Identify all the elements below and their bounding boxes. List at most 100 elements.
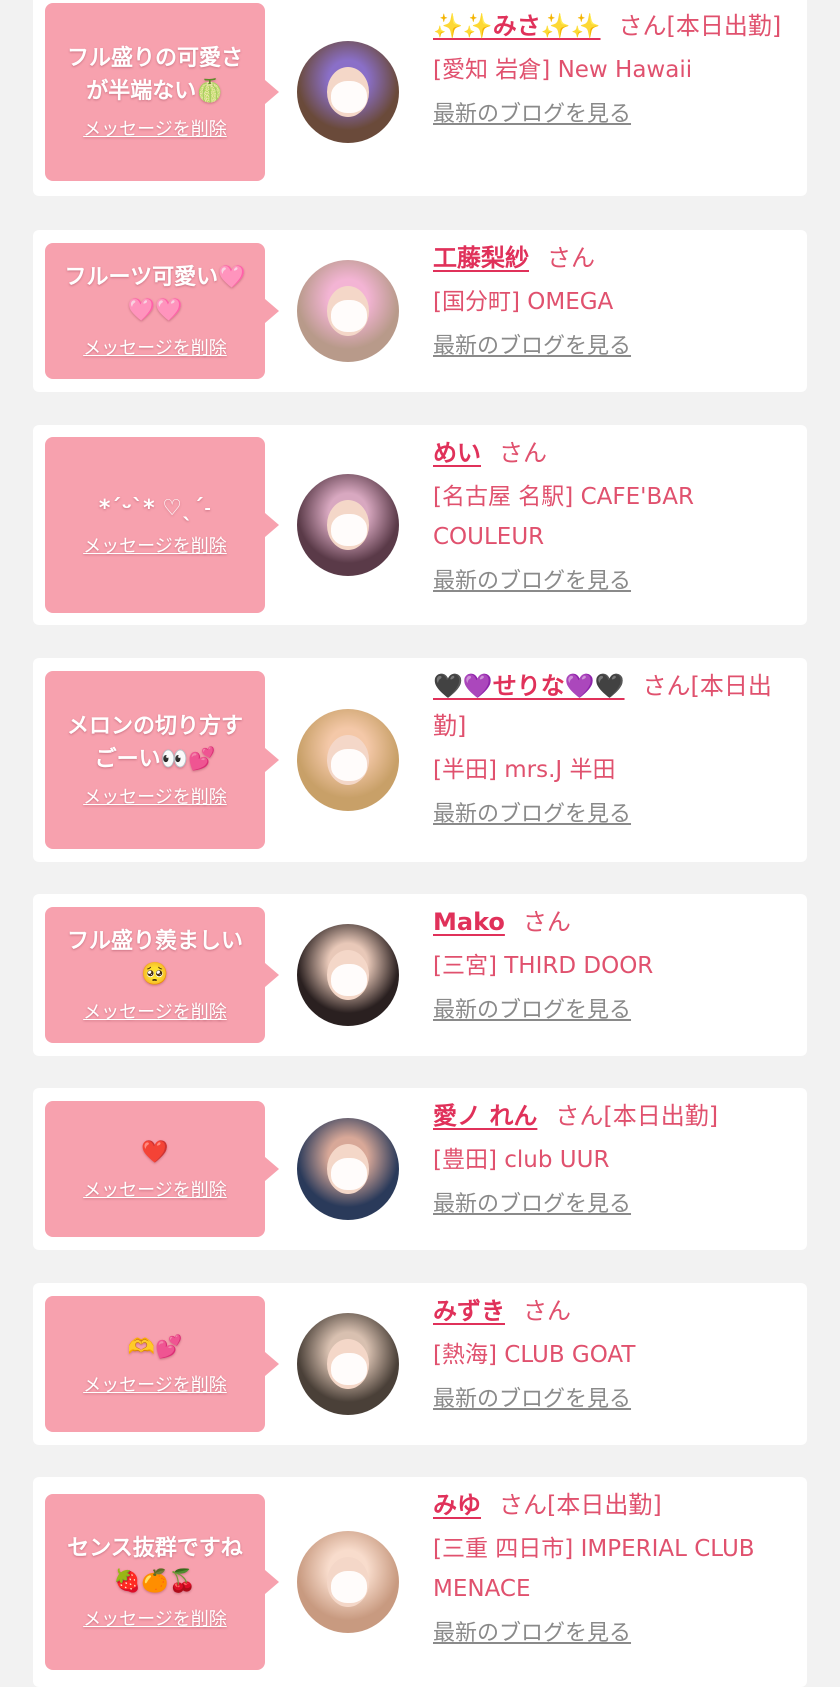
attendance-status: [本日出勤] xyxy=(547,1491,662,1519)
message-bubble: 🫶💕 メッセージを削除 xyxy=(45,1296,279,1432)
delete-message-link[interactable]: メッセージを削除 xyxy=(83,786,227,810)
cast-name-link[interactable]: めい xyxy=(433,439,481,467)
message-card: フル盛り羨ましい 🥺 メッセージを削除 Mako さん [三宮] THIRD DOOR 最… xyxy=(33,894,807,1056)
cast-info: みゆ さん[本日出勤] [三重 四日市] IMPERIAL CLUB MENACE 最… xyxy=(433,1485,783,1649)
avatar-sticker xyxy=(331,964,367,996)
latest-blog-link[interactable]: 最新のブログを見る xyxy=(433,100,631,130)
cast-info: 🖤💜せりな💜🖤 さん[本日出勤] [半田] mrs.J 半田 最新のブログを見る xyxy=(433,666,783,830)
shop-name: [三宮] THIRD DOOR xyxy=(433,953,654,979)
avatar-sticker xyxy=(331,1571,367,1603)
cast-info: めい さん [名古屋 名駅] CAFE'BAR COULEUR 最新のブログを見る xyxy=(433,433,783,597)
shop-name: [国分町] OMEGA xyxy=(433,289,614,315)
avatar[interactable] xyxy=(297,1118,399,1220)
honorific: さん xyxy=(642,672,691,700)
message-card: ❤️ メッセージを削除 愛ノ れん さん[本日出勤] [豊田] club UUR 最新のブ… xyxy=(33,1088,807,1250)
cast-name-line: 🖤💜せりな💜🖤 さん[本日出勤] xyxy=(433,666,783,746)
delete-message-link[interactable]: メッセージを削除 xyxy=(83,1001,227,1025)
cast-name-link[interactable]: みゆ xyxy=(433,1491,481,1519)
message-card: フル盛りの可愛さ が半端ない🍈 メッセージを削除 ✨✨みさ✨✨ さん[本日出勤] [愛知… xyxy=(33,0,807,196)
shop-name: [半田] mrs.J 半田 xyxy=(433,757,616,783)
cast-name-link[interactable]: ✨✨みさ✨✨ xyxy=(433,12,601,40)
cast-name-link[interactable]: Mako xyxy=(433,908,505,936)
cast-name-line: みずき さん xyxy=(433,1291,783,1331)
shop-name: [熱海] CLUB GOAT xyxy=(433,1342,636,1368)
shop-name: [愛知 岩倉] New Hawaii xyxy=(433,57,693,83)
cast-name-link[interactable]: 工藤梨紗 xyxy=(433,244,529,272)
latest-blog-link[interactable]: 最新のブログを見る xyxy=(433,1385,631,1415)
avatar[interactable] xyxy=(297,709,399,811)
latest-blog-link[interactable]: 最新のブログを見る xyxy=(433,1619,631,1649)
avatar-sticker xyxy=(331,1353,367,1385)
delete-message-link[interactable]: メッセージを削除 xyxy=(83,535,227,559)
cast-info: 愛ノ れん さん[本日出勤] [豊田] club UUR 最新のブログを見る xyxy=(433,1096,783,1220)
cast-name-line: ✨✨みさ✨✨ さん[本日出勤] xyxy=(433,6,783,46)
message-text: フル盛り羨ましい 🥺 xyxy=(66,929,243,987)
avatar[interactable] xyxy=(297,1313,399,1415)
latest-blog-link[interactable]: 最新のブログを見る xyxy=(433,332,631,362)
cast-name-line: めい さん xyxy=(433,433,783,473)
cast-info: みずき さん [熱海] CLUB GOAT 最新のブログを見る xyxy=(433,1291,783,1415)
favorite-message-list: フル盛りの可愛さ が半端ない🍈 メッセージを削除 ✨✨みさ✨✨ さん[本日出勤] [愛知… xyxy=(0,0,840,1687)
cast-name-line: みゆ さん[本日出勤] xyxy=(433,1485,783,1525)
delete-message-link[interactable]: メッセージを削除 xyxy=(83,337,227,361)
cast-name-link[interactable]: 🖤💜せりな💜🖤 xyxy=(433,672,625,700)
avatar[interactable] xyxy=(297,260,399,362)
avatar-sticker xyxy=(331,1158,367,1190)
message-card: メロンの切り方す ごーい👀💕 メッセージを削除 🖤💜せりな💜🖤 さん[本日出勤] [半田… xyxy=(33,658,807,862)
message-text: ❤️ xyxy=(141,1139,169,1165)
avatar[interactable] xyxy=(297,41,399,143)
message-bubble: メロンの切り方す ごーい👀💕 メッセージを削除 xyxy=(45,671,279,849)
avatar-sticker xyxy=(331,81,367,113)
delete-message-link[interactable]: メッセージを削除 xyxy=(83,1179,227,1203)
avatar[interactable] xyxy=(297,924,399,1026)
avatar[interactable] xyxy=(297,474,399,576)
message-text: フル盛りの可愛さ が半端ない🍈 xyxy=(66,46,243,104)
message-text: メロンの切り方す ごーい👀💕 xyxy=(66,714,243,772)
message-bubble: フル盛りの可愛さ が半端ない🍈 メッセージを削除 xyxy=(45,3,279,181)
message-text: 🫶💕 xyxy=(127,1334,183,1360)
message-card: *ˊᵕˋ* ♡ˎˊ˗ メッセージを削除 めい さん [名古屋 名駅] CAFE'BAR … xyxy=(33,425,807,625)
delete-message-link[interactable]: メッセージを削除 xyxy=(83,118,227,142)
cast-name-link[interactable]: みずき xyxy=(433,1297,505,1325)
cast-info: Mako さん [三宮] THIRD DOOR 最新のブログを見る xyxy=(433,902,783,1026)
message-text: *ˊᵕˋ* ♡ˎˊ˗ xyxy=(98,495,212,521)
message-card: センス抜群ですね 🍓🍊🍒 メッセージを削除 みゆ さん[本日出勤] [三重 四日市] I… xyxy=(33,1477,807,1687)
message-bubble: フルーツ可愛い🩷 🩷🩷 メッセージを削除 xyxy=(45,243,279,379)
message-bubble: ❤️ メッセージを削除 xyxy=(45,1101,279,1237)
cast-info: 工藤梨紗 さん [国分町] OMEGA 最新のブログを見る xyxy=(433,238,783,362)
latest-blog-link[interactable]: 最新のブログを見る xyxy=(433,996,631,1026)
attendance-status: [本日出勤] xyxy=(603,1102,719,1130)
delete-message-link[interactable]: メッセージを削除 xyxy=(83,1608,227,1632)
avatar-sticker xyxy=(331,749,367,781)
message-text: センス抜群ですね 🍓🍊🍒 xyxy=(67,1536,243,1594)
attendance-status: [本日出勤] xyxy=(666,12,782,40)
honorific: さん xyxy=(499,439,547,467)
cast-name-line: Mako さん xyxy=(433,902,783,942)
latest-blog-link[interactable]: 最新のブログを見る xyxy=(433,800,631,830)
cast-name-line: 愛ノ れん さん[本日出勤] xyxy=(433,1096,783,1136)
avatar-sticker xyxy=(331,514,367,546)
delete-message-link[interactable]: メッセージを削除 xyxy=(83,1374,227,1398)
honorific: さん xyxy=(618,12,667,40)
cast-info: ✨✨みさ✨✨ さん[本日出勤] [愛知 岩倉] New Hawaii 最新のブログを見… xyxy=(433,6,783,130)
message-bubble: フル盛り羨ましい 🥺 メッセージを削除 xyxy=(45,907,279,1043)
latest-blog-link[interactable]: 最新のブログを見る xyxy=(433,567,631,597)
honorific: さん xyxy=(547,244,595,272)
message-card: 🫶💕 メッセージを削除 みずき さん [熱海] CLUB GOAT 最新のブログを見る xyxy=(33,1283,807,1445)
shop-name: [名古屋 名駅] CAFE'BAR COULEUR xyxy=(433,484,694,550)
message-card: フルーツ可愛い🩷 🩷🩷 メッセージを削除 工藤梨紗 さん [国分町] OMEGA 最新のブ… xyxy=(33,230,807,392)
honorific: さん xyxy=(499,1491,547,1519)
message-text: フルーツ可愛い🩷 🩷🩷 xyxy=(64,265,246,323)
cast-name-link[interactable]: 愛ノ れん xyxy=(433,1102,537,1130)
shop-name: [豊田] club UUR xyxy=(433,1147,610,1173)
honorific: さん xyxy=(523,1297,571,1325)
honorific: さん xyxy=(555,1102,604,1130)
message-bubble: センス抜群ですね 🍓🍊🍒 メッセージを削除 xyxy=(45,1494,279,1670)
shop-name: [三重 四日市] IMPERIAL CLUB MENACE xyxy=(433,1536,755,1602)
avatar-sticker xyxy=(331,300,367,332)
latest-blog-link[interactable]: 最新のブログを見る xyxy=(433,1190,631,1220)
message-bubble: *ˊᵕˋ* ♡ˎˊ˗ メッセージを削除 xyxy=(45,437,279,613)
honorific: さん xyxy=(522,908,571,936)
cast-name-line: 工藤梨紗 さん xyxy=(433,238,783,278)
avatar[interactable] xyxy=(297,1531,399,1633)
